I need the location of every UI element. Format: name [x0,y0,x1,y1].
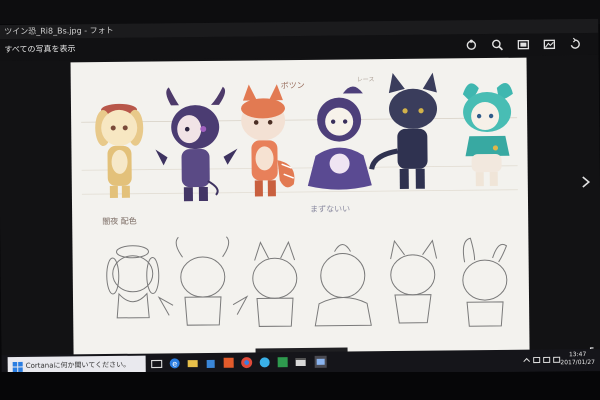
annotation-small: レース [357,76,375,83]
view-all-photos-link[interactable]: すべての写真を表示 [4,43,75,55]
task-view-icon[interactable] [150,356,164,370]
sketch-cat [390,239,438,324]
file-explorer-icon[interactable] [186,356,200,370]
film-icon[interactable] [294,355,308,369]
chrome-icon[interactable] [240,355,254,369]
screen: ツイン恐_Ri8_Bs.jpg - フォト すべての写真を表示 ボツン レース … [0,18,600,378]
window-title: ツイン恐_Ri8_Bs.jpg - フォト [4,25,114,37]
edit-icon[interactable] [542,37,556,51]
zoom-icon[interactable] [490,38,504,52]
character-teal-bunny [462,83,513,187]
sketch-ghost [314,244,372,327]
sketch-beret-dog [106,245,160,319]
character-purple-devil [155,86,238,202]
photo-viewer: ボツン レース まずないい 闇夜 配色 [0,54,600,373]
photos-icon[interactable] [314,355,328,369]
clock-date: 2017/01/27 [560,358,596,367]
excel-icon[interactable] [276,355,290,369]
annotation-top: ボツン [281,81,305,90]
character-sketch-image[interactable]: ボツン レース まずないい 闇夜 配色 [70,57,530,357]
media-icon[interactable] [222,356,236,370]
sketch-devil [157,236,249,326]
edge-icon[interactable]: e [168,356,182,370]
guide-line [81,165,518,171]
photo-of-monitor: ツイン恐_Ri8_Bs.jpg - フォト すべての写真を表示 ボツン レース … [0,0,600,400]
sketch-bunny [462,237,508,327]
annotation-bottom: まずないい [310,203,350,213]
character-purple-ghost: レース まずないい [307,76,375,214]
taskbar-clock[interactable]: 13:47 2017/01/27 [560,351,596,369]
store-icon[interactable] [204,356,218,370]
share-icon[interactable] [464,38,478,52]
character-beret-dog [95,103,144,198]
character-red-panda: ボツン [241,81,305,197]
cortana-placeholder: Cortanaに何か聞いてください。 [25,360,131,370]
sketch-red-panda [252,240,298,327]
system-tray-icons[interactable] [522,352,562,366]
slideshow-icon[interactable] [516,38,530,52]
guide-line [81,189,518,195]
rotate-icon[interactable] [568,37,582,51]
next-photo-arrow-icon[interactable] [580,175,592,189]
svg-text:e: e [172,359,177,368]
annotation-left: 闇夜 配色 [102,216,137,226]
guide-line [81,117,518,123]
monitor-bezel-bottom [0,372,600,400]
character-dark-cat [369,72,438,189]
ie-icon[interactable] [258,355,272,369]
